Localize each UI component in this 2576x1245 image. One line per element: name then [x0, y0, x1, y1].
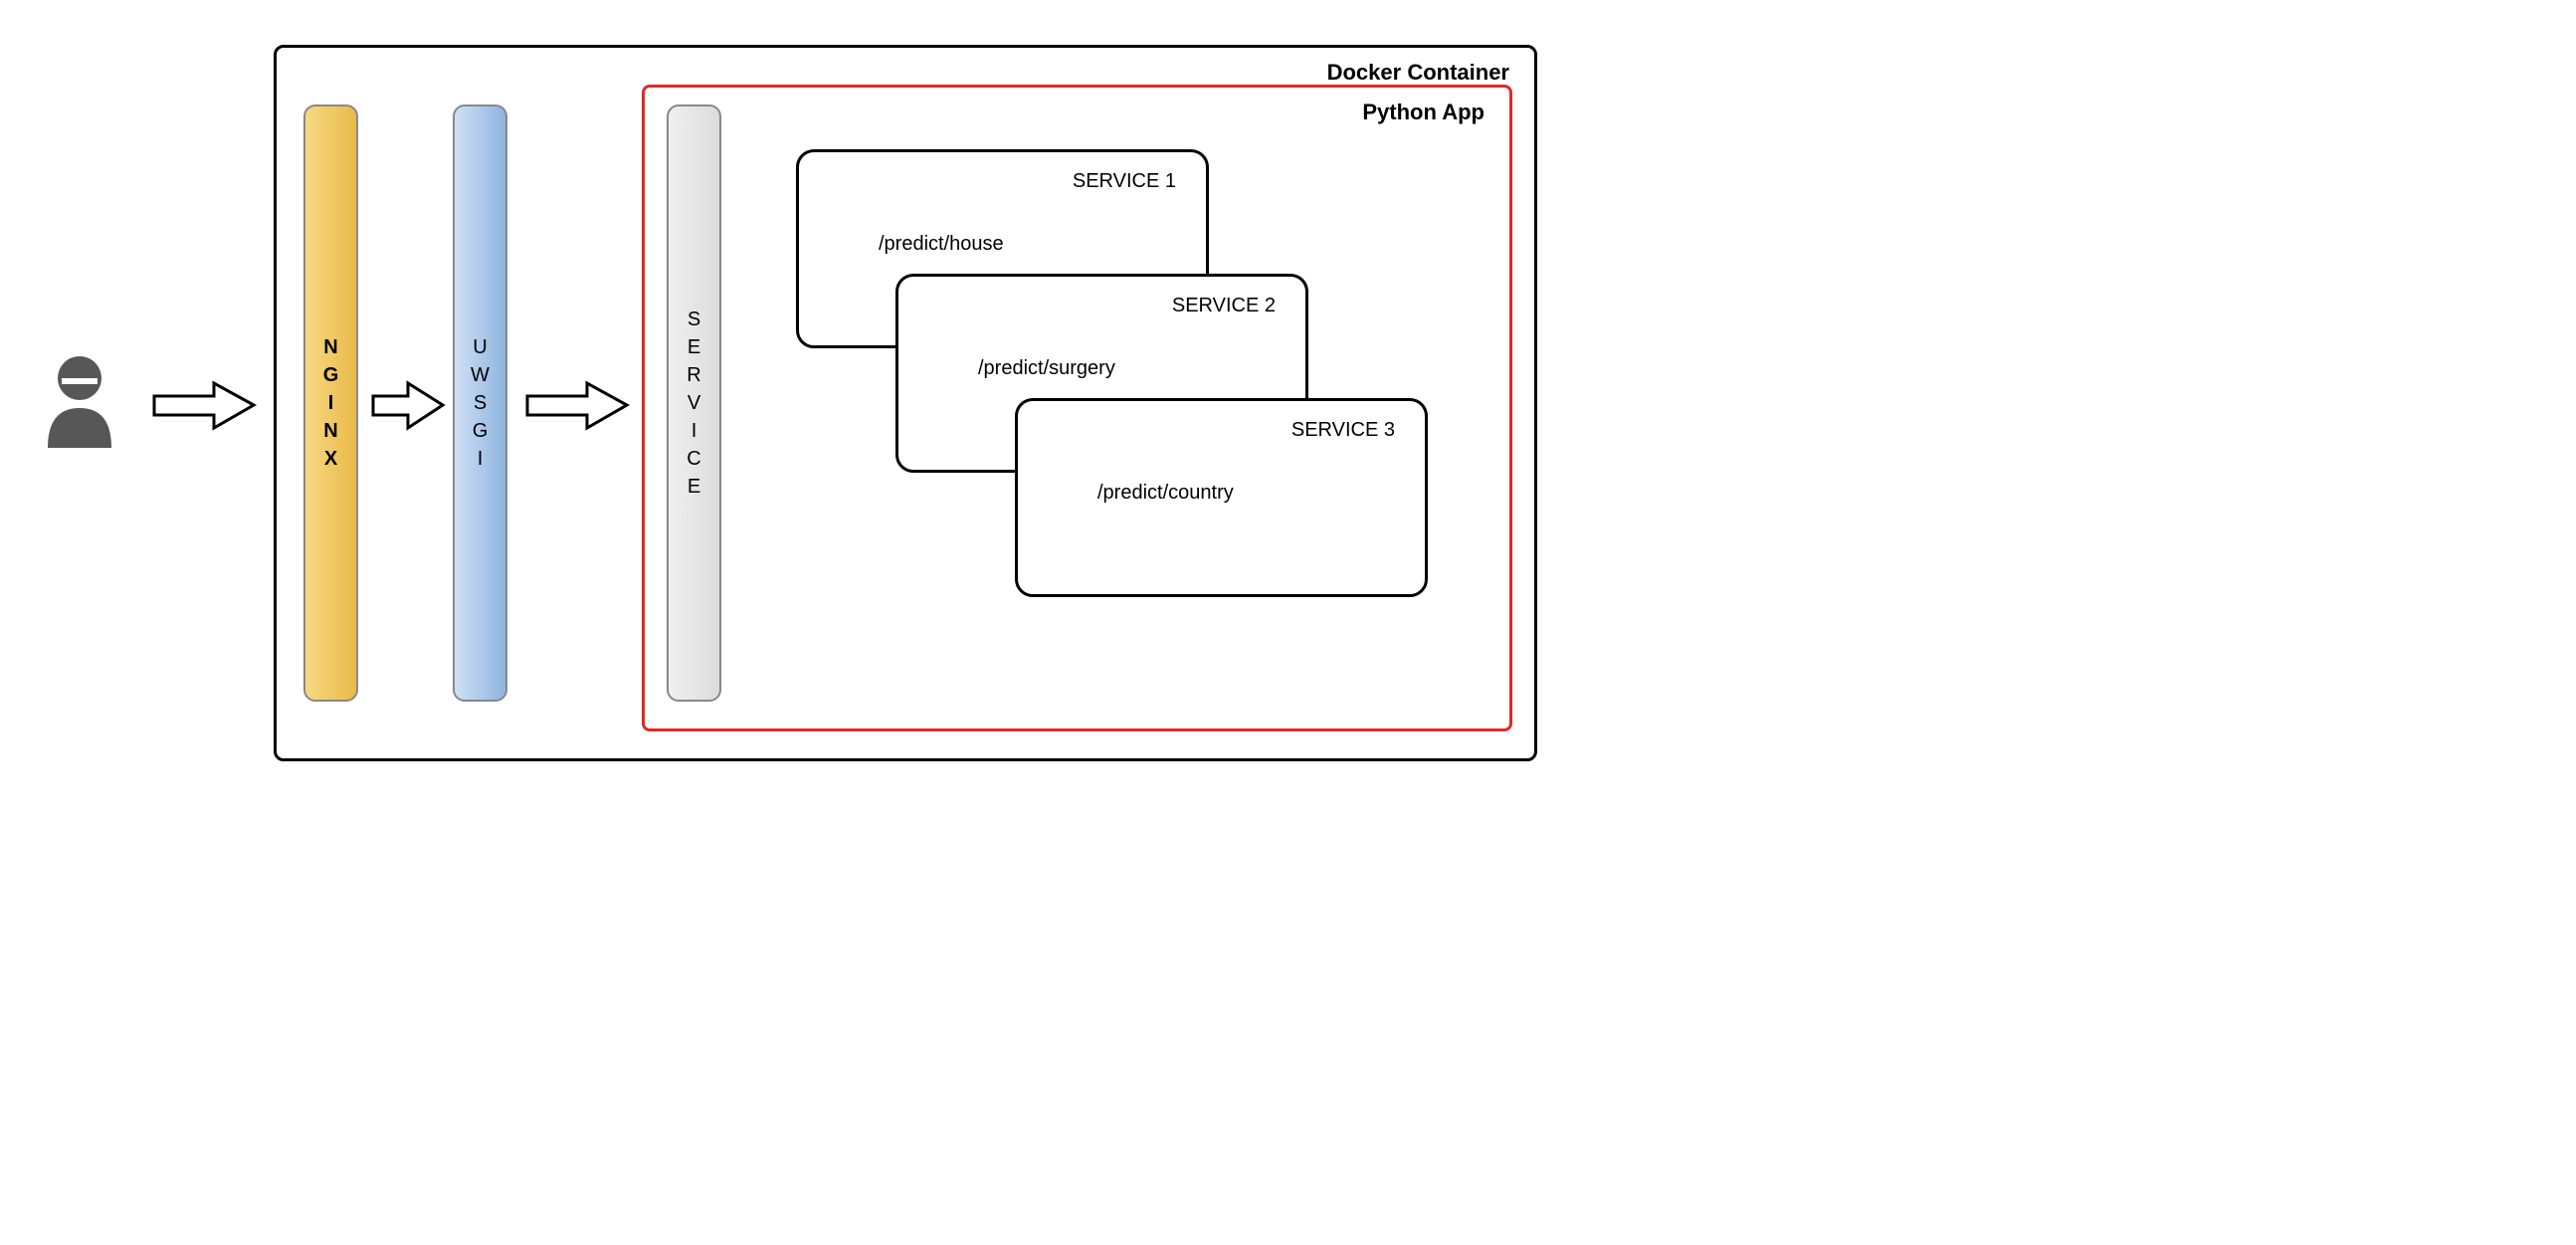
docker-container-label: Docker Container — [1327, 60, 1509, 86]
service-3-route: /predict/country — [1038, 482, 1405, 505]
uwsgi-label: UWSGI — [471, 333, 490, 473]
service-card-3: SERVICE 3 /predict/country — [1015, 398, 1428, 597]
user-icon — [40, 348, 119, 448]
uwsgi-box: UWSGI — [453, 104, 507, 702]
architecture-diagram: Docker Container NGINX UWSGI Python App … — [30, 30, 1552, 776]
service-label: SERVICE — [687, 306, 700, 501]
arrow-uwsgi-to-pythonapp — [522, 378, 632, 433]
service-box: SERVICE — [667, 104, 721, 702]
arrow-nginx-to-uwsgi — [368, 378, 448, 433]
service-2-route: /predict/surgery — [918, 357, 1286, 380]
service-1-title: SERVICE 1 — [819, 170, 1186, 193]
nginx-box: NGINX — [303, 104, 358, 702]
nginx-label: NGINX — [323, 333, 339, 473]
service-1-route: /predict/house — [819, 233, 1186, 256]
service-2-title: SERVICE 2 — [918, 295, 1286, 317]
python-app-label: Python App — [1362, 100, 1485, 125]
arrow-user-to-docker — [149, 378, 259, 433]
service-3-title: SERVICE 3 — [1038, 419, 1405, 442]
